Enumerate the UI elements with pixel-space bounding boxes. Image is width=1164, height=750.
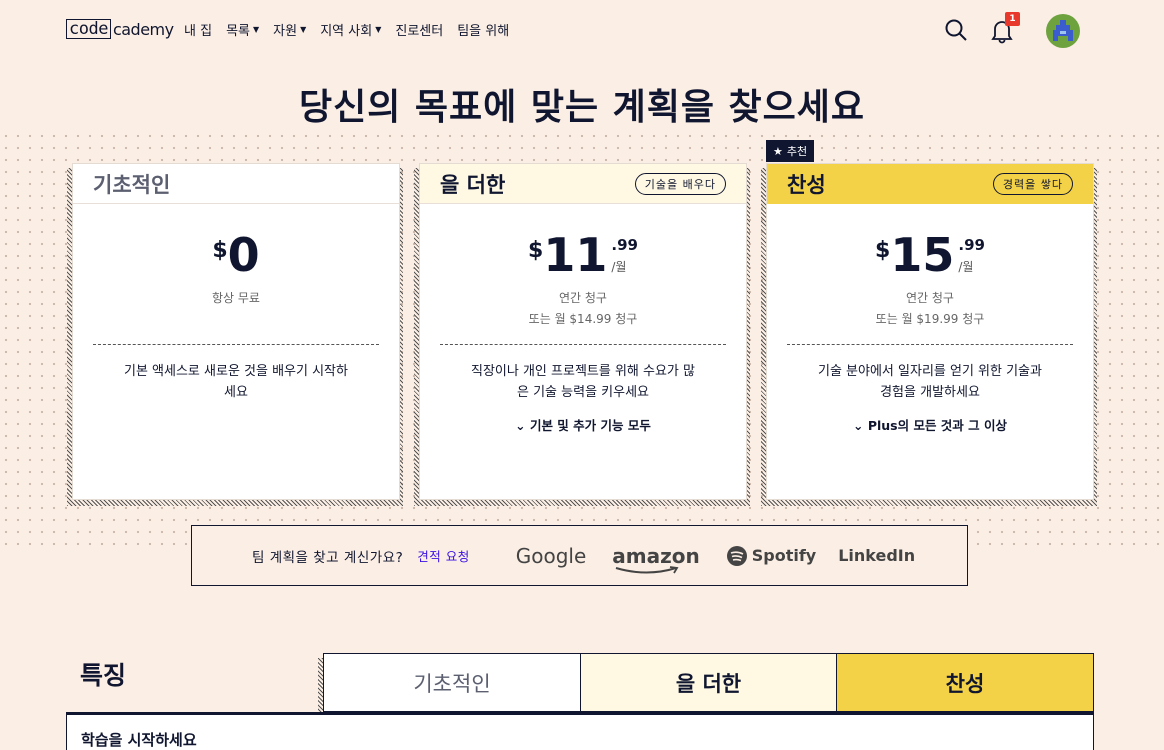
main-nav: 내 집 목록 ▼ 자원 ▼ 지역 사회 ▼ 진로센터 팀을 위해 [184, 20, 509, 39]
plan-billing: 항상 무료 [212, 291, 260, 305]
plan-tag: 기술을 배우다 [634, 172, 726, 195]
spotify-icon [726, 545, 747, 566]
plan-card-header: 을 더한 기술을 배우다 [420, 164, 746, 204]
plan-price: $ 11 .99 /월 [528, 228, 638, 282]
page-title: 당신의 목표에 맞는 계획을 찾으세요 [299, 87, 865, 128]
plan-description: 기술 분야에서 일자리를 얻기 위한 기술과 경험을 개발하세요 [818, 364, 1042, 400]
plan-features-toggle[interactable]: ⌄ 기본 및 추가 기능 모두 [420, 415, 746, 434]
nav-item-for-teams[interactable]: 팀을 위해 [457, 20, 509, 39]
top-header: code cademy 내 집 목록 ▼ 자원 ▼ 지역 사회 ▼ 진로센터 팀을 위해… [0, 0, 1164, 60]
avatar[interactable] [1046, 14, 1080, 48]
plan-name: 기초적인 [93, 172, 171, 197]
caret-down-icon: ▼ [252, 25, 260, 34]
linkedin-logo: LinkedIn [838, 546, 916, 565]
caret-down-icon: ▼ [300, 25, 307, 34]
plan-alt-billing: 또는 월 $14.99 청구 [528, 312, 638, 326]
plan-name: 찬성 [787, 172, 826, 197]
plan-card-basic: 기초적인 $ 0 항상 무료 기본 액세스로 새로운 것을 배우기 시작하세요 [72, 163, 400, 500]
plan-billing: 연간 청구 [906, 291, 954, 305]
google-logo: Google [515, 543, 587, 568]
nav-item-catalog[interactable]: 목록 ▼ [226, 20, 259, 39]
team-question: 팀 계획을 찾고 계신가요? [252, 549, 404, 566]
plan-features-toggle[interactable]: ⌄ Plus의 모든 것과 그 이상 [767, 415, 1093, 434]
divider [440, 344, 726, 345]
tab-pro[interactable]: 찬성 [836, 653, 1094, 712]
search-icon[interactable] [944, 18, 968, 42]
nav-item-career-center[interactable]: 진로센터 [395, 20, 443, 39]
tab-basic[interactable]: 기초적인 [323, 653, 581, 712]
plan-tag: 경력을 쌓다 [992, 172, 1073, 195]
plan-price: $ 15 .99 /월 [875, 228, 985, 282]
plan-description: 직장이나 개인 프로젝트를 위해 수요가 많은 기술 능력을 키우세요 [471, 364, 695, 400]
chevron-down-icon: ⌄ [515, 418, 526, 433]
plan-price: $ 0 [212, 228, 260, 282]
request-quote-link[interactable]: 견적 요청 [417, 546, 469, 565]
tab-plus[interactable]: 을 더한 [580, 653, 837, 712]
nav-item-community[interactable]: 지역 사회 ▼ [320, 20, 381, 39]
amazon-logo: amazon [612, 544, 700, 573]
divider [93, 344, 379, 345]
features-title: 특징 [80, 661, 127, 690]
star-icon: ★ [773, 144, 783, 158]
nav-item-home[interactable]: 내 집 [184, 20, 212, 39]
nav-item-resources[interactable]: 자원 ▼ [273, 20, 306, 39]
plan-card-header: 기초적인 [73, 164, 399, 204]
plan-card-plus: 을 더한 기술을 배우다 $ 11 .99 /월 연간 청구 또는 월 $14.… [419, 163, 747, 500]
features-section-heading: 학습을 시작하세요 [81, 731, 197, 749]
amazon-smile-icon [615, 565, 679, 573]
codecademy-logo[interactable]: code cademy [66, 18, 174, 40]
team-plan-bar: 팀 계획을 찾고 계신가요? 견적 요청 Google amazon Spoti… [191, 525, 968, 586]
plan-name: 을 더한 [440, 172, 506, 197]
pixel-avatar-icon [1053, 20, 1073, 41]
caret-down-icon: ▼ [375, 25, 382, 34]
plan-card-header: 찬성 경력을 쌓다 [767, 164, 1093, 204]
plan-billing: 연간 청구 [559, 291, 607, 305]
plan-card-pro: 찬성 경력을 쌓다 $ 15 .99 /월 연간 청구 또는 월 $19.99 … [766, 163, 1094, 500]
spotify-logo: Spotify [726, 545, 816, 567]
recommended-badge: ★ 추천 [766, 140, 815, 162]
plan-description: 기본 액세스로 새로운 것을 배우기 시작하세요 [124, 364, 348, 400]
features-table: 학습을 시작하세요 [66, 712, 1094, 750]
divider [787, 344, 1073, 345]
chevron-down-icon: ⌄ [852, 418, 864, 433]
notification-badge: 1 [1005, 12, 1020, 26]
plan-alt-billing: 또는 월 $19.99 청구 [875, 312, 985, 326]
